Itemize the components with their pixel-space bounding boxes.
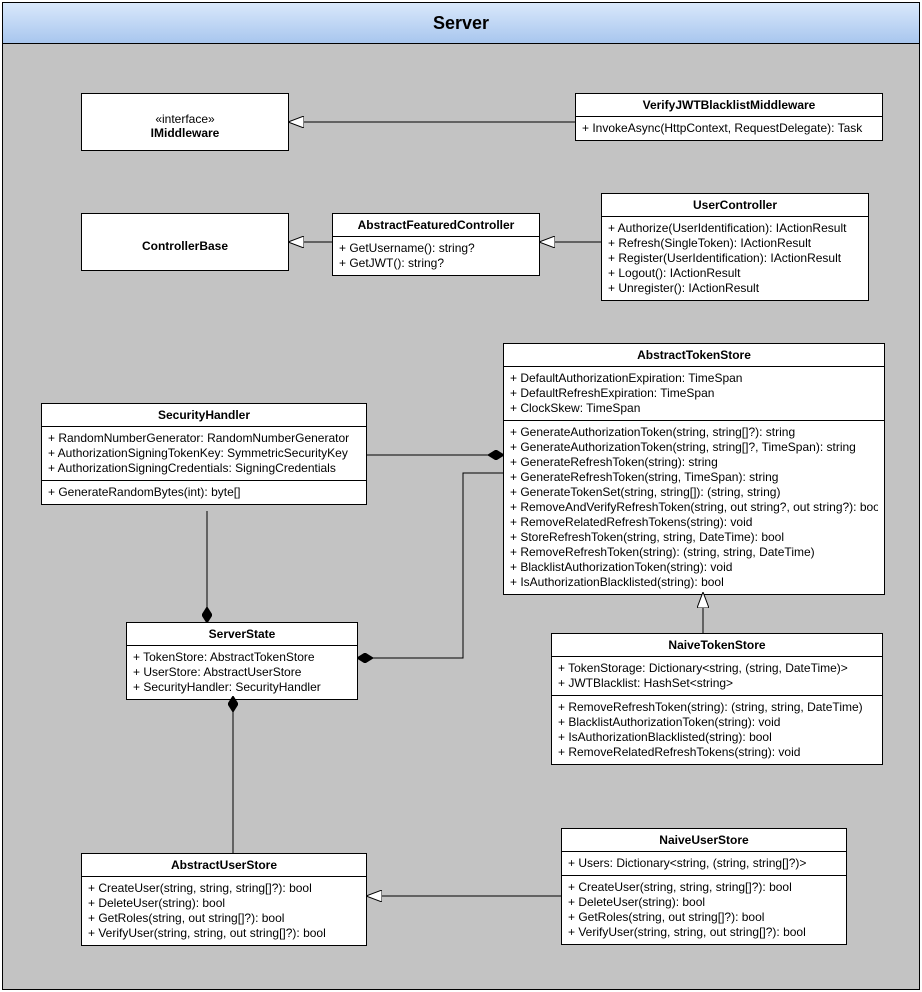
method: + Register(UserIdentification): IActionR… — [608, 251, 862, 266]
method: + VerifyUser(string, string, out string[… — [88, 926, 360, 941]
class-imiddleware: «interface» IMiddleware — [81, 93, 289, 151]
method: + CreateUser(string, string, string[]?):… — [88, 881, 360, 896]
class-abstracttokenstore: AbstractTokenStore + DefaultAuthorizatio… — [503, 343, 885, 595]
class-abstractuserstore: AbstractUserStore + CreateUser(string, s… — [81, 853, 367, 946]
method: + DeleteUser(string): bool — [88, 896, 360, 911]
class-name: NaiveUserStore — [659, 833, 748, 847]
field: + UserStore: AbstractUserStore — [133, 665, 351, 680]
field: + ClockSkew: TimeSpan — [510, 401, 878, 416]
method: + RemoveRefreshToken(string): (string, s… — [558, 700, 876, 715]
class-name: UserController — [693, 198, 777, 212]
class-name: IMiddleware — [88, 126, 282, 140]
method: + GetJWT(): string? — [339, 256, 533, 271]
method: + BlacklistAuthorizationToken(string): v… — [558, 715, 876, 730]
method: + InvokeAsync(HttpContext, RequestDelega… — [582, 121, 876, 136]
method: + IsAuthorizationBlacklisted(string): bo… — [510, 575, 878, 590]
method: + GetRoles(string, out string[]?): bool — [568, 910, 840, 925]
method: + GenerateRefreshToken(string): string — [510, 455, 878, 470]
class-name: AbstractTokenStore — [637, 348, 751, 362]
class-naivetokenstore: NaiveTokenStore + TokenStorage: Dictiona… — [551, 633, 883, 765]
class-serverstate: ServerState + TokenStore: AbstractTokenS… — [126, 622, 358, 700]
field: + AuthorizationSigningTokenKey: Symmetri… — [48, 446, 360, 461]
method: + Authorize(UserIdentification): IAction… — [608, 221, 862, 236]
field: + DefaultAuthorizationExpiration: TimeSp… — [510, 371, 878, 386]
method: + GenerateTokenSet(string, string[]): (s… — [510, 485, 878, 500]
method: + Unregister(): IActionResult — [608, 281, 862, 296]
method: + RemoveAndVerifyRefreshToken(string, ou… — [510, 500, 878, 515]
method: + GenerateAuthorizationToken(string, str… — [510, 425, 878, 440]
class-controllerbase: ControllerBase — [81, 213, 289, 271]
class-verifyjwtblacklistmiddleware: VerifyJWTBlacklistMiddleware + InvokeAsy… — [575, 93, 883, 141]
class-abstractfeaturedcontroller: AbstractFeaturedController + GetUsername… — [332, 213, 540, 276]
field: + DefaultRefreshExpiration: TimeSpan — [510, 386, 878, 401]
field: + TokenStore: AbstractTokenStore — [133, 650, 351, 665]
field: + RandomNumberGenerator: RandomNumberGen… — [48, 431, 360, 446]
stereotype: «interface» — [88, 112, 282, 126]
field: + SecurityHandler: SecurityHandler — [133, 680, 351, 695]
method: + IsAuthorizationBlacklisted(string): bo… — [558, 730, 876, 745]
method: + GenerateRefreshToken(string, TimeSpan)… — [510, 470, 878, 485]
class-name: SecurityHandler — [158, 408, 250, 422]
method: + BlacklistAuthorizationToken(string): v… — [510, 560, 878, 575]
class-name: AbstractUserStore — [171, 858, 277, 872]
package-title: Server — [3, 3, 919, 44]
class-usercontroller: UserController + Authorize(UserIdentific… — [601, 193, 869, 301]
class-name: AbstractFeaturedController — [358, 218, 515, 232]
class-name: ControllerBase — [142, 239, 228, 253]
method: + RemoveRefreshToken(string): (string, s… — [510, 545, 878, 560]
method: + VerifyUser(string, string, out string[… — [568, 925, 840, 940]
method: + Refresh(SingleToken): IActionResult — [608, 236, 862, 251]
class-name: NaiveTokenStore — [668, 638, 765, 652]
method: + GetRoles(string, out string[]?): bool — [88, 911, 360, 926]
method: + GenerateAuthorizationToken(string, str… — [510, 440, 878, 455]
field: + TokenStorage: Dictionary<string, (stri… — [558, 661, 876, 676]
diagram-canvas: Server «interface» IMiddleware VerifyJWT… — [0, 0, 922, 992]
class-name: ServerState — [209, 627, 276, 641]
field: + Users: Dictionary<string, (string, str… — [568, 856, 840, 871]
method: + StoreRefreshToken(string, string, Date… — [510, 530, 878, 545]
method: + DeleteUser(string): bool — [568, 895, 840, 910]
class-name: VerifyJWTBlacklistMiddleware — [643, 98, 816, 112]
method: + RemoveRelatedRefreshTokens(string): vo… — [510, 515, 878, 530]
method: + RemoveRelatedRefreshTokens(string): vo… — [558, 745, 876, 760]
field: + JWTBlacklist: HashSet<string> — [558, 676, 876, 691]
method: + Logout(): IActionResult — [608, 266, 862, 281]
field: + AuthorizationSigningCredentials: Signi… — [48, 461, 360, 476]
method: + GenerateRandomBytes(int): byte[] — [48, 485, 360, 500]
package-server: Server «interface» IMiddleware VerifyJWT… — [2, 2, 920, 990]
method: + GetUsername(): string? — [339, 241, 533, 256]
class-naiveuserstore: NaiveUserStore + Users: Dictionary<strin… — [561, 828, 847, 945]
method: + CreateUser(string, string, string[]?):… — [568, 880, 840, 895]
class-securityhandler: SecurityHandler + RandomNumberGenerator:… — [41, 403, 367, 505]
